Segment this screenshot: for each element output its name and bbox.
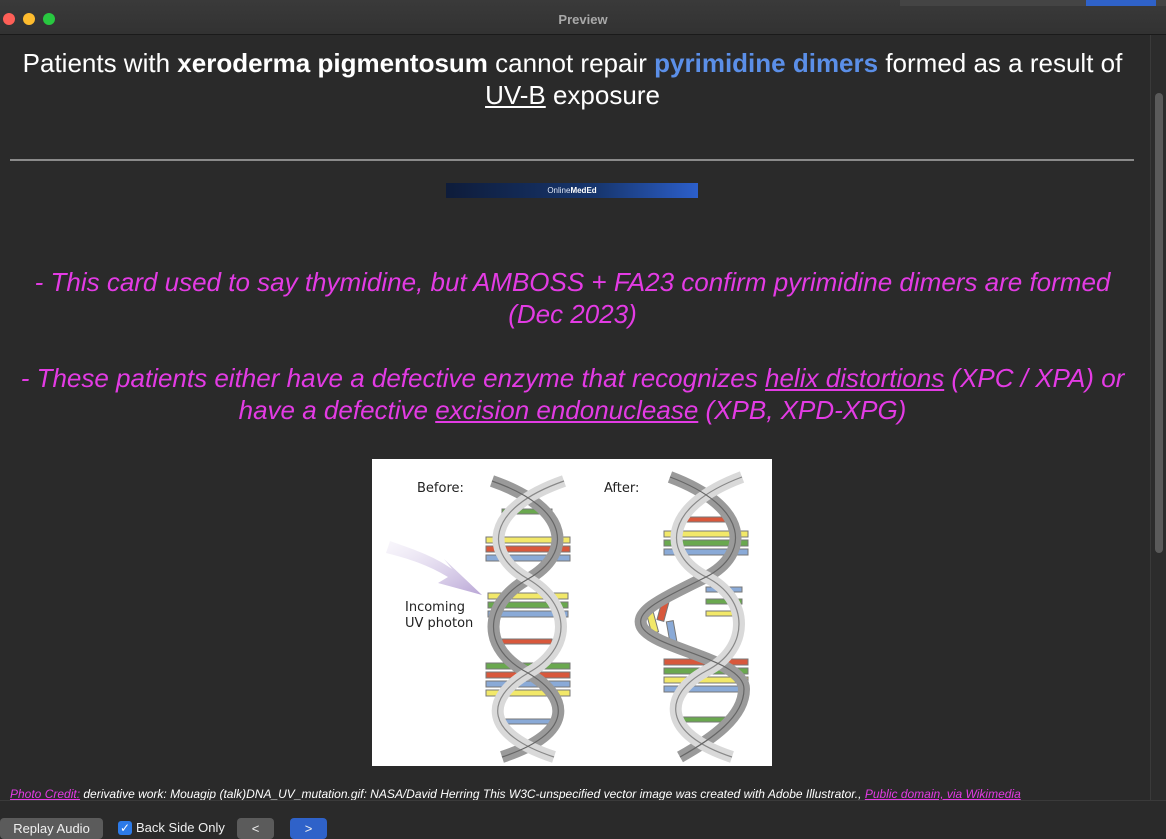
bottom-toolbar: Replay Audio ✓ Back Side Only < > [0, 800, 1166, 839]
helix-before [485, 475, 571, 763]
next-card-button[interactable]: > [290, 818, 327, 839]
note-enzyme-defects: - These patients either have a defective… [20, 363, 1125, 425]
back-side-only-label[interactable]: Back Side Only [136, 820, 225, 835]
highlight-term: pyrimidine dimers [654, 48, 879, 78]
card-content: Patients with xeroderma pigmentosum cann… [0, 35, 1150, 800]
previous-card-button[interactable]: < [237, 818, 274, 839]
front-back-divider [10, 159, 1134, 161]
dna-uv-damage-figure: Before: After: Incoming UV photon [372, 459, 772, 766]
label-after: After: [604, 481, 639, 496]
photo-credit: Photo Credit: derivative work: Mouagip (… [10, 787, 1021, 800]
helix-after [634, 471, 751, 763]
vertical-scrollbar[interactable] [1150, 35, 1166, 800]
uvb-term: UV-B [485, 80, 546, 110]
back-side-only-checkbox[interactable]: ✓ [118, 821, 132, 835]
photo-credit-label[interactable]: Photo Credit: [10, 787, 80, 800]
label-incoming: Incoming [405, 600, 465, 615]
background-window-strip [900, 0, 1166, 6]
label-uv-photon: UV photon [405, 616, 473, 631]
photo-credit-license-link[interactable]: Public domain, via Wikimedia [865, 787, 1021, 800]
card-front-text: Patients with xeroderma pigmentosum cann… [22, 48, 1123, 110]
onlinemeded-logo: OnlineMedEd [446, 183, 698, 198]
replay-audio-button[interactable]: Replay Audio [0, 818, 103, 839]
helix-distortions-term: helix distortions [765, 363, 945, 393]
preview-window: Preview Patients with xeroderma pigmento… [0, 0, 1166, 839]
title-bar[interactable]: Preview [0, 0, 1166, 35]
note-thymidine: - This card used to say thymidine, but A… [34, 267, 1111, 329]
disease-name: xeroderma pigmentosum [177, 48, 488, 78]
excision-endonuclease-term: excision endonuclease [435, 395, 699, 425]
label-before: Before: [417, 481, 464, 496]
dna-helix-diagram: Before: After: Incoming UV photon [386, 471, 751, 763]
uv-photon-arrow [386, 541, 482, 595]
window-title: Preview [558, 12, 608, 27]
scrollbar-thumb[interactable] [1155, 93, 1163, 553]
